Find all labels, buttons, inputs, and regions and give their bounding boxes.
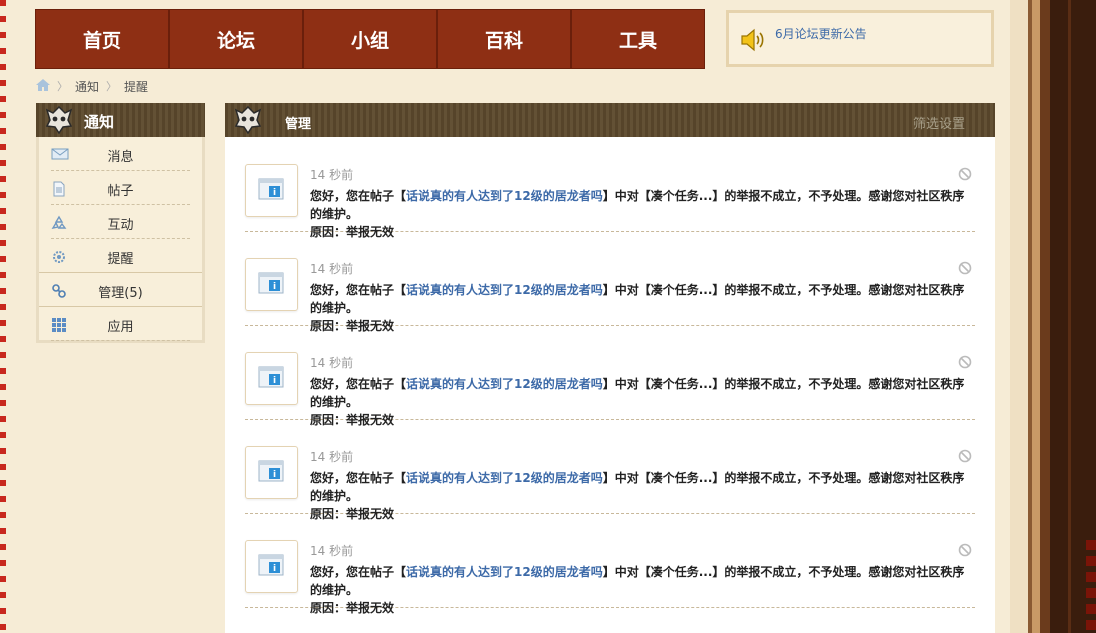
system-notice-icon: i bbox=[245, 258, 298, 311]
sidebar-item-apps[interactable]: 应用 bbox=[39, 307, 202, 341]
notification-text: 您好，您在帖子【 bbox=[310, 471, 407, 485]
notification-time: 14 秒前 bbox=[310, 450, 354, 464]
sidebar-item-posts[interactable]: 帖子 bbox=[39, 171, 202, 205]
system-notice-icon: i bbox=[245, 540, 298, 593]
sidebar-item-messages[interactable]: 消息 bbox=[39, 137, 202, 171]
announcement-link[interactable]: 6月论坛更新公告 bbox=[775, 25, 867, 42]
home-icon[interactable] bbox=[36, 78, 50, 94]
breadcrumb: 〉 通知 〉 提醒 bbox=[36, 78, 148, 94]
sidebar-title: 通知 bbox=[84, 113, 115, 131]
announcement-box: 6月论坛更新公告 bbox=[726, 10, 994, 67]
notification-text: 您好，您在帖子【 bbox=[310, 377, 407, 391]
sidebar-item-interaction[interactable]: 互动 bbox=[39, 205, 202, 239]
list-item: i 14 秒前 您好，您在帖子【话说真的有人达到了12级的居龙者吗】中对【凑个任… bbox=[245, 137, 975, 239]
notification-time: 14 秒前 bbox=[310, 262, 354, 276]
thread-link[interactable]: 话说真的有人达到了12级的居龙者吗 bbox=[406, 377, 603, 391]
frame-stripe bbox=[1068, 0, 1071, 633]
sidebar-item-reminders[interactable]: 提醒 bbox=[39, 239, 202, 273]
notification-reason: 原因：举报无效 bbox=[310, 601, 395, 615]
delete-icon[interactable] bbox=[958, 355, 972, 373]
skull-logo-icon bbox=[233, 105, 263, 138]
notification-time: 14 秒前 bbox=[310, 544, 354, 558]
sidebar: 消息 帖子 互动 提醒 管理(5) 应用 bbox=[36, 137, 205, 343]
main-nav: 首页 论坛 小组 百科 工具 bbox=[35, 9, 705, 69]
nav-item-home[interactable]: 首页 bbox=[36, 10, 170, 68]
svg-text:i: i bbox=[273, 470, 276, 480]
sidebar-item-label: 管理(5) bbox=[98, 286, 143, 301]
sidebar-item-label: 互动 bbox=[107, 218, 134, 233]
breadcrumb-remind: 提醒 bbox=[124, 79, 149, 94]
notification-list: i 14 秒前 您好，您在帖子【话说真的有人达到了12级的居龙者吗】中对【凑个任… bbox=[225, 137, 995, 633]
notification-text: 您好，您在帖子【 bbox=[310, 283, 407, 297]
system-notice-icon: i bbox=[245, 164, 298, 217]
notification-time: 14 秒前 bbox=[310, 356, 354, 370]
nav-item-group[interactable]: 小组 bbox=[304, 10, 438, 68]
notification-body: 您好，您在帖子【话说真的有人达到了12级的居龙者吗】中对【凑个任务...】的举报… bbox=[310, 563, 975, 617]
nav-item-wiki[interactable]: 百科 bbox=[438, 10, 572, 68]
sidebar-item-label: 消息 bbox=[107, 150, 134, 165]
sidebar-item-label: 帖子 bbox=[107, 184, 134, 199]
svg-text:i: i bbox=[273, 564, 276, 574]
notification-time: 14 秒前 bbox=[310, 168, 354, 182]
content-header: 管理 筛选设置 bbox=[225, 103, 995, 137]
sidebar-header: 通知 bbox=[36, 103, 205, 137]
breadcrumb-separator: 〉 bbox=[106, 80, 118, 93]
frame-ornament bbox=[1086, 540, 1096, 633]
thread-link[interactable]: 话说真的有人达到了12级的居龙者吗 bbox=[406, 189, 603, 203]
content-title: 管理 bbox=[285, 117, 312, 132]
delete-icon[interactable] bbox=[958, 261, 972, 279]
thread-link[interactable]: 话说真的有人达到了12级的居龙者吗 bbox=[406, 283, 603, 297]
delete-icon[interactable] bbox=[958, 167, 972, 185]
left-decorative-border bbox=[0, 0, 6, 633]
system-notice-icon: i bbox=[245, 446, 298, 499]
thread-link[interactable]: 话说真的有人达到了12级的居龙者吗 bbox=[406, 565, 603, 579]
notification-text: 您好，您在帖子【 bbox=[310, 189, 407, 203]
list-item: i 14 秒前 您好，您在帖子【话说真的有人达到了12级的居龙者吗】中对【凑个任… bbox=[245, 513, 975, 615]
thread-link[interactable]: 话说真的有人达到了12级的居龙者吗 bbox=[406, 471, 603, 485]
list-item: i 14 秒前 您好，您在帖子【话说真的有人达到了12级的居龙者吗】中对【凑个任… bbox=[245, 231, 975, 333]
speaker-icon bbox=[740, 28, 766, 56]
sidebar-item-admin[interactable]: 管理(5) bbox=[39, 273, 202, 307]
breadcrumb-notify[interactable]: 通知 bbox=[75, 78, 99, 95]
svg-text:i: i bbox=[273, 282, 276, 292]
svg-text:i: i bbox=[273, 376, 276, 386]
sidebar-item-label: 提醒 bbox=[107, 252, 134, 267]
sidebar-item-label: 应用 bbox=[107, 320, 134, 335]
right-decorative-frame bbox=[1010, 0, 1096, 633]
nav-item-forum[interactable]: 论坛 bbox=[170, 10, 304, 68]
svg-text:i: i bbox=[273, 188, 276, 198]
notification-text: 您好，您在帖子【 bbox=[310, 565, 407, 579]
filter-settings-link[interactable]: 筛选设置 bbox=[913, 113, 965, 132]
list-item: i 14 秒前 您好，您在帖子【话说真的有人达到了12级的居龙者吗】中对【凑个任… bbox=[245, 325, 975, 427]
list-item: i 14 秒前 您好，您在帖子【话说真的有人达到了12级的居龙者吗】中对【凑个任… bbox=[245, 419, 975, 521]
delete-icon[interactable] bbox=[958, 449, 972, 467]
delete-icon[interactable] bbox=[958, 543, 972, 561]
skull-logo-icon bbox=[44, 105, 74, 138]
breadcrumb-separator: 〉 bbox=[57, 80, 68, 93]
system-notice-icon: i bbox=[245, 352, 298, 405]
nav-item-tools[interactable]: 工具 bbox=[572, 10, 704, 68]
